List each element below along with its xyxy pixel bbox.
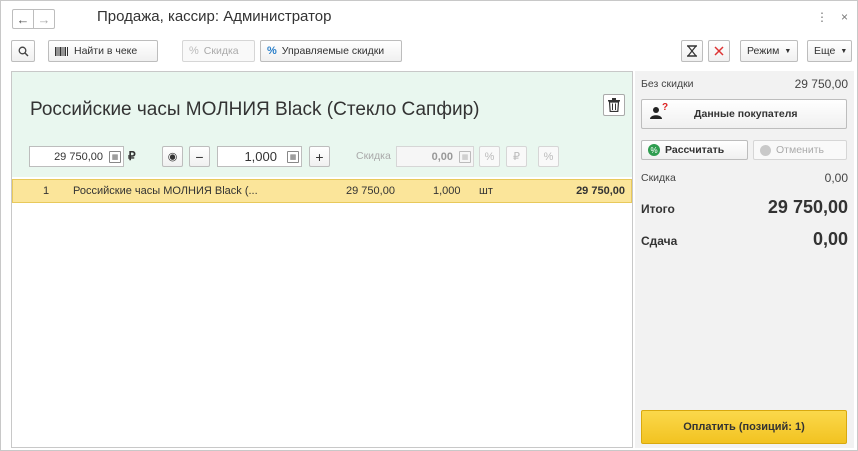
- managed-discounts-button[interactable]: % Управляемые скидки: [260, 40, 402, 62]
- row-quantity: 1,000: [433, 185, 461, 197]
- cancel-receipt-button[interactable]: [708, 40, 730, 62]
- chevron-down-icon: ▼: [784, 47, 792, 55]
- percent-icon: %: [543, 150, 554, 163]
- no-discount-label: Без скидки: [641, 78, 694, 90]
- quantity-value: 1,000: [244, 149, 277, 164]
- plus-icon: +: [315, 148, 324, 165]
- discount-field-value: 0,00: [431, 150, 453, 163]
- summary-panel: Без скидки 29 750,00 ? Данные покупателя…: [635, 71, 854, 448]
- more-button[interactable]: Еще ▼: [807, 40, 852, 62]
- row-total: 29 750,00: [576, 185, 625, 197]
- calculate-label: Рассчитать: [665, 144, 725, 156]
- search-icon: [18, 46, 28, 56]
- percent-icon: %: [267, 45, 277, 57]
- no-discount-value: 29 750,00: [794, 77, 848, 91]
- row-price: 29 750,00: [346, 185, 395, 197]
- row-product-name: Российские часы МОЛНИЯ Black (...: [73, 185, 258, 197]
- title-bar: ← → Продажа, кассир: Администратор ⋮ ×: [1, 1, 857, 35]
- product-card: Российские часы МОЛНИЯ Black (Стекло Сап…: [12, 72, 632, 177]
- delete-item-button[interactable]: [603, 94, 625, 116]
- mode-button[interactable]: Режим ▼: [740, 40, 798, 62]
- calculator-icon[interactable]: ▦: [109, 151, 121, 163]
- discount-field-label: Скидка: [356, 150, 391, 162]
- trash-icon: [608, 98, 620, 112]
- total-label: Итого: [641, 202, 675, 216]
- eye-icon: ◉: [167, 151, 178, 163]
- window-title: Продажа, кассир: Администратор: [97, 8, 332, 25]
- price-value: 29 750,00: [54, 150, 103, 163]
- more-label: Еще: [814, 45, 836, 57]
- user-unknown-icon: ?: [650, 102, 670, 122]
- minus-icon: −: [195, 148, 204, 165]
- forward-button[interactable]: →: [33, 9, 55, 29]
- pay-button[interactable]: Оплатить (позиций: 1): [641, 410, 847, 444]
- more-menu-icon[interactable]: ⋮: [816, 10, 828, 24]
- hourglass-button[interactable]: [681, 40, 703, 62]
- change-value: 0,00: [812, 229, 848, 249]
- increase-quantity-button[interactable]: +: [309, 146, 330, 167]
- sales-window: ← → Продажа, кассир: Администратор ⋮ × Н…: [0, 0, 858, 451]
- cancel-label: Отменить: [776, 144, 824, 156]
- chevron-down-icon: ▼: [840, 47, 848, 55]
- barcode-icon: [55, 46, 69, 56]
- calculator-icon[interactable]: ▦: [287, 151, 299, 163]
- change-label: Сдача: [641, 234, 678, 248]
- mode-label: Режим: [747, 45, 780, 57]
- close-icon[interactable]: ×: [841, 10, 848, 24]
- percent-discount-button[interactable]: %: [479, 146, 500, 167]
- currency-symbol: ₽: [128, 149, 136, 163]
- back-button[interactable]: ←: [12, 9, 34, 29]
- cancel-circle-icon: [760, 144, 771, 156]
- managed-discounts-label: Управляемые скидки: [281, 45, 385, 57]
- customer-data-button[interactable]: ? Данные покупателя: [641, 99, 847, 129]
- discount-summary-value: 0,00: [824, 171, 848, 185]
- discount-summary-label: Скидка: [641, 172, 676, 184]
- percent-icon: %: [189, 45, 199, 57]
- search-button[interactable]: [11, 40, 35, 62]
- discount-label: Скидка: [203, 45, 239, 57]
- find-in-receipt-button[interactable]: Найти в чеке: [48, 40, 158, 62]
- find-in-receipt-label: Найти в чеке: [74, 45, 138, 57]
- pay-label: Оплатить (позиций: 1): [683, 421, 805, 433]
- close-icon: [714, 46, 724, 56]
- row-number: 1: [43, 185, 50, 197]
- cancel-button[interactable]: Отменить: [753, 140, 847, 160]
- calculate-button[interactable]: % Рассчитать: [641, 140, 748, 160]
- arrow-right-icon: →: [37, 11, 51, 27]
- table-row[interactable]: 1 Российские часы МОЛНИЯ Black (... 29 7…: [12, 179, 632, 203]
- view-button[interactable]: ◉: [162, 146, 183, 167]
- percent-icon: %: [484, 150, 495, 163]
- discount-button[interactable]: % Скидка: [182, 40, 255, 62]
- hourglass-icon: [687, 45, 697, 57]
- customer-data-label: Данные покупателя: [694, 108, 798, 120]
- ruble-icon: ₽: [513, 151, 520, 163]
- total-value: 29 750,00: [767, 197, 848, 217]
- manual-discount-button[interactable]: %: [538, 146, 559, 167]
- amount-discount-button[interactable]: ₽: [506, 146, 527, 167]
- decrease-quantity-button[interactable]: −: [189, 146, 210, 167]
- product-title: Российские часы МОЛНИЯ Black (Стекло Сап…: [30, 99, 480, 120]
- arrow-left-icon: ←: [16, 11, 30, 27]
- row-unit: шт: [479, 185, 493, 197]
- calculator-icon[interactable]: ▦: [459, 151, 471, 163]
- calculate-discount-icon: %: [648, 144, 660, 156]
- receipt-panel: Российские часы МОЛНИЯ Black (Стекло Сап…: [11, 71, 633, 448]
